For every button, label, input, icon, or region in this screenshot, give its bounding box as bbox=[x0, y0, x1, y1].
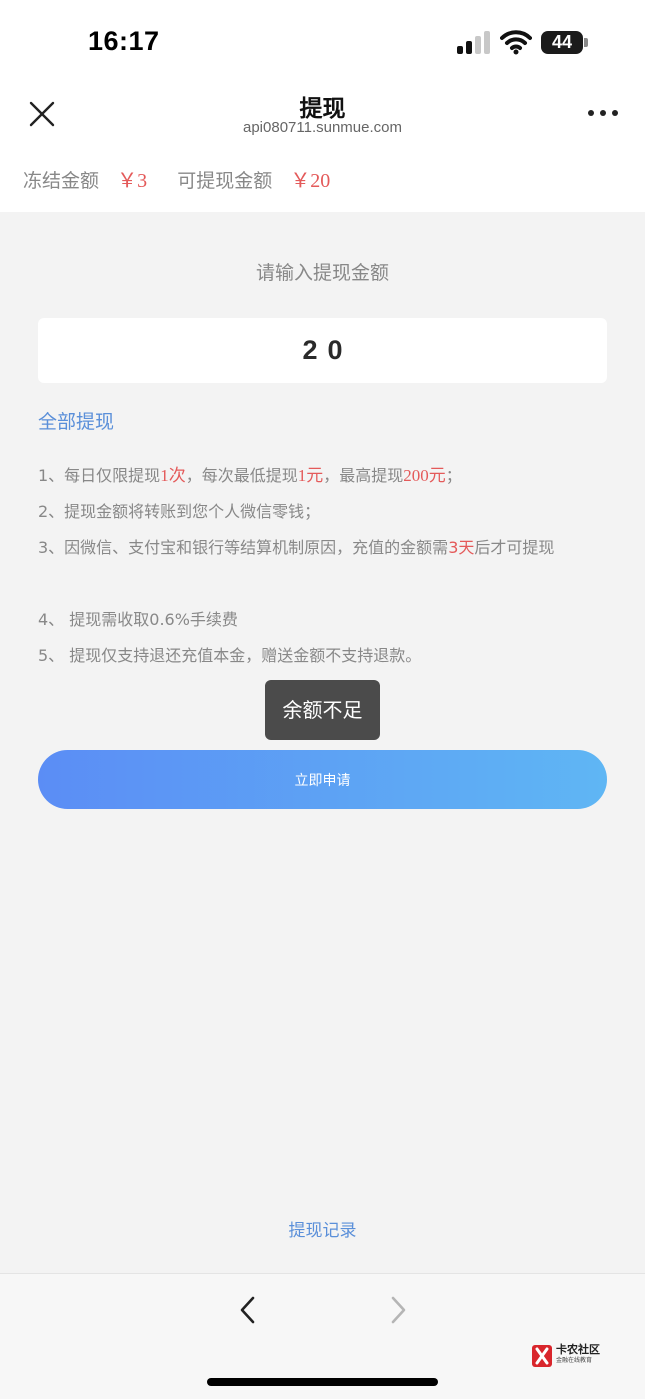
rule-5: 5、 提现仅支持退还充值本金，赠送金额不支持退款。 bbox=[38, 646, 422, 665]
battery-tip bbox=[584, 38, 588, 47]
amount-prompt: 请输入提现金额 bbox=[255, 262, 389, 284]
rule-2: 2、提现金额将转账到您个人微信零钱； bbox=[38, 502, 321, 521]
battery-icon: 44 bbox=[541, 31, 583, 54]
watermark-logo: 卡农社区 金融在线教育 bbox=[531, 1343, 611, 1369]
toast-message: 余额不足 bbox=[265, 680, 380, 740]
amount-input[interactable] bbox=[38, 318, 607, 383]
available-amount: ￥20 bbox=[290, 170, 331, 192]
home-indicator bbox=[207, 1378, 438, 1386]
chevron-left-icon[interactable] bbox=[236, 1295, 260, 1325]
frozen-label: 冻结金额 bbox=[23, 170, 100, 192]
watermark-mark-icon bbox=[532, 1345, 552, 1367]
submit-button[interactable]: 立即申请 bbox=[38, 750, 607, 809]
withdraw-all-link[interactable]: 全部提现 bbox=[38, 407, 114, 434]
frozen-amount: ￥3 bbox=[117, 170, 148, 192]
more-horizontal-icon[interactable] bbox=[586, 104, 620, 122]
cellular-signal-icon bbox=[457, 31, 490, 54]
page-title: 提现 bbox=[299, 96, 346, 122]
rule-1: 1、每日仅限提现1次，每次最低提现1元，最高提现200元； bbox=[38, 466, 462, 485]
watermark-name: 卡农社区 bbox=[556, 1343, 600, 1356]
wifi-icon bbox=[500, 30, 532, 55]
watermark-tagline: 金融在线教育 bbox=[556, 1357, 593, 1364]
available-label: 可提现金额 bbox=[177, 170, 273, 192]
page-url: api080711.sunmue.com bbox=[243, 119, 402, 136]
balance-row: 冻结金额 ￥3 可提现金额 ￥20 bbox=[23, 164, 330, 194]
withdraw-records-link[interactable]: 提现记录 bbox=[0, 1216, 645, 1241]
rule-4: 4、 提现需收取0.6%手续费 bbox=[38, 610, 238, 629]
rule-3: 3、因微信、支付宝和银行等结算机制原因，充值的金额需3天后才可提现 bbox=[38, 538, 555, 557]
chevron-right-icon bbox=[391, 1296, 406, 1324]
status-time: 16:17 bbox=[88, 26, 160, 56]
